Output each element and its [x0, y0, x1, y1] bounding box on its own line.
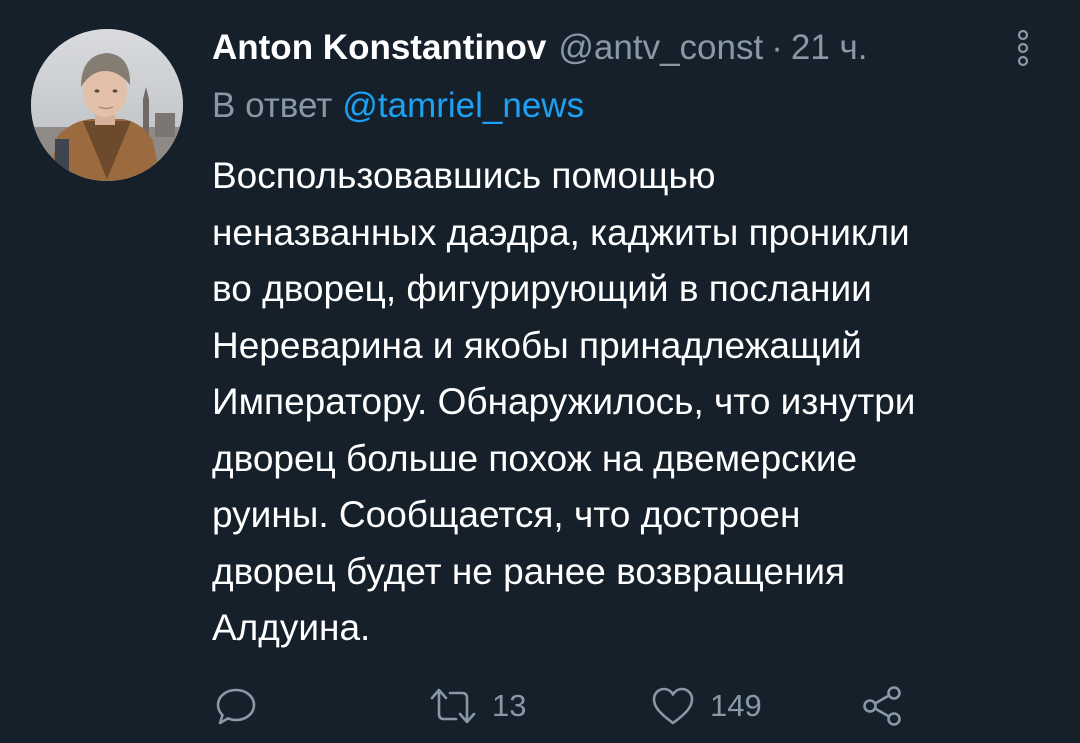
retweet-button[interactable]: 13	[428, 680, 526, 732]
like-button[interactable]: 149	[650, 680, 762, 732]
tweet-actions: 13 149	[0, 680, 1080, 732]
author-handle[interactable]: @antv_const	[558, 26, 763, 70]
tweet-text: Воспользовавшись помощью неназванных даэ…	[212, 148, 1062, 657]
tweet-text-line: Воспользовавшись помощью	[212, 155, 716, 196]
reply-mention-link[interactable]: @tamriel_news	[342, 86, 584, 125]
tweet: Anton Konstantinov @antv_const · 21 ч. В…	[0, 0, 1080, 743]
retweet-count: 13	[492, 688, 527, 723]
author-name[interactable]: Anton Konstantinov	[212, 26, 546, 70]
reply-button[interactable]	[214, 680, 258, 732]
header-separator: ·	[771, 28, 783, 67]
more-options-icon[interactable]	[1008, 26, 1038, 70]
retweet-icon	[428, 684, 478, 728]
like-count: 149	[710, 688, 762, 723]
reply-prefix: В ответ	[212, 86, 333, 125]
reply-icon	[214, 684, 258, 728]
tweet-text-line: дворец будет не ранее возвращения	[212, 550, 846, 592]
avatar[interactable]	[31, 29, 183, 181]
tweet-text-line: руины. Сообщается, что достроен	[212, 494, 801, 535]
tweet-timestamp[interactable]: 21 ч.	[791, 26, 868, 70]
share-button[interactable]	[860, 680, 906, 732]
share-icon	[860, 684, 906, 728]
tweet-header: Anton Konstantinov @antv_const · 21 ч.	[212, 26, 868, 70]
tweet-text-line: во дворец, фигурирующий в послании	[212, 268, 872, 309]
reply-context: В ответ @tamriel_news	[212, 84, 584, 128]
tweet-text-line: Нереварина и якобы принадлежащий	[212, 324, 862, 366]
heart-icon	[650, 684, 696, 728]
tweet-text-line: неназванных даэдра, каджиты проникли	[212, 211, 910, 253]
tweet-text-line: Императору. Обнаружилось, что изнутри	[212, 381, 916, 422]
tweet-text-line: дворец больше похож на двемерские	[212, 437, 858, 479]
tweet-text-line: Алдуина.	[212, 607, 371, 648]
